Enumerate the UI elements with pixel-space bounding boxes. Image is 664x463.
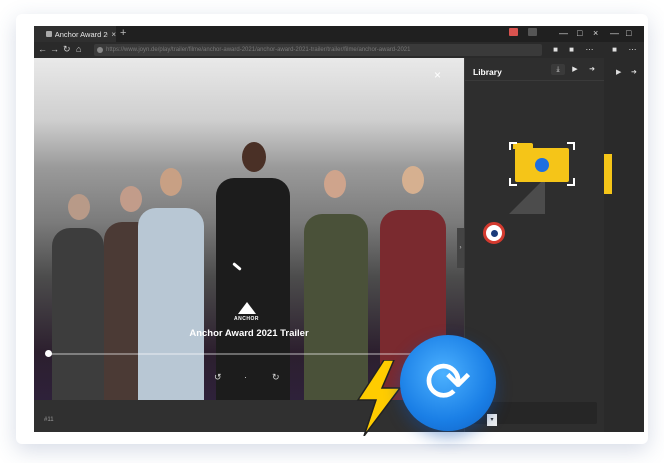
refresh-button[interactable]: ↻ bbox=[63, 44, 71, 55]
panel-divider bbox=[465, 80, 605, 81]
url-text: https://www.joyn.de/play/trailer/filme/a… bbox=[106, 47, 411, 53]
dropdown-caret-icon[interactable]: ▾ bbox=[487, 414, 497, 426]
playback-dot: · bbox=[244, 372, 247, 382]
app-menu-icon[interactable] bbox=[528, 28, 537, 38]
convert-badge: ⟳ bbox=[400, 335, 496, 431]
person-figure bbox=[216, 178, 290, 400]
url-bar[interactable]: https://www.joyn.de/play/trailer/filme/a… bbox=[94, 44, 542, 56]
export-arrow-icon-2[interactable]: ➜ bbox=[631, 68, 637, 76]
library-title: Library bbox=[473, 67, 502, 77]
close-window-button[interactable]: × bbox=[593, 28, 598, 38]
lock-icon-2[interactable]: ■ bbox=[566, 45, 577, 55]
youtube-icon[interactable]: ▶ bbox=[568, 64, 582, 75]
tab-favicon bbox=[46, 31, 52, 37]
focus-bracket bbox=[509, 178, 517, 186]
right-strip: ▶ ➜ bbox=[604, 58, 644, 432]
focus-bracket bbox=[567, 178, 575, 186]
new-tab-button[interactable]: + bbox=[120, 27, 126, 39]
video-title: Anchor Award 2021 Trailer bbox=[189, 328, 309, 339]
focus-bracket bbox=[509, 142, 517, 150]
site-info-icon[interactable] bbox=[97, 47, 103, 53]
person-head bbox=[68, 194, 90, 220]
close-video-icon[interactable]: × bbox=[434, 68, 441, 82]
person-figure bbox=[52, 228, 104, 400]
person-head bbox=[324, 170, 346, 198]
progress-bar[interactable] bbox=[45, 350, 444, 357]
anchor-logo-icon bbox=[238, 302, 256, 314]
back-button[interactable]: ← bbox=[38, 44, 47, 54]
fast-forward-icon[interactable]: ↻ bbox=[272, 372, 280, 383]
title-bar: Anchor Award 2021 Tr × + — □ × — □ bbox=[34, 26, 644, 42]
person-figure bbox=[138, 208, 204, 400]
extension-icon[interactable] bbox=[509, 28, 518, 38]
refresh-arrows-icon: ⟳ bbox=[424, 350, 472, 415]
person-head bbox=[120, 186, 142, 212]
tab-close-icon[interactable]: × bbox=[111, 30, 116, 39]
minimize-button-2[interactable]: — bbox=[610, 28, 619, 38]
more-options-icon-2[interactable]: ⋯ bbox=[627, 45, 638, 55]
more-options-icon[interactable]: ⋯ bbox=[584, 45, 595, 55]
anchor-logo-text: ANCHOR bbox=[234, 316, 259, 322]
extension-lock-icon[interactable]: ■ bbox=[609, 45, 620, 55]
folder-icon bbox=[513, 143, 569, 182]
download-icon[interactable]: ⤓ bbox=[551, 64, 565, 75]
lock-icon[interactable]: ■ bbox=[550, 45, 561, 55]
home-button[interactable]: ⌂ bbox=[76, 44, 81, 54]
tab-anchor-award[interactable]: Anchor Award 2021 Tr × bbox=[34, 26, 116, 42]
tab-title: Anchor Award 2021 Tr bbox=[54, 29, 109, 39]
forward-button[interactable]: → bbox=[50, 44, 59, 54]
export-arrow-icon[interactable]: ➜ bbox=[585, 64, 599, 75]
maximize-button[interactable]: □ bbox=[577, 28, 582, 38]
maximize-button-2[interactable]: □ bbox=[626, 28, 631, 38]
lightning-bolt-icon bbox=[356, 360, 402, 436]
focus-bracket bbox=[567, 142, 575, 150]
rewind-icon[interactable]: ↺ bbox=[214, 372, 222, 383]
person-head bbox=[402, 166, 424, 194]
person-head bbox=[160, 168, 182, 196]
browser-window: Anchor Award 2021 Tr × + — □ × — □ ← → ↻… bbox=[34, 26, 644, 432]
youtube-icon-2[interactable]: ▶ bbox=[616, 68, 621, 76]
detect-eye-icon bbox=[483, 222, 505, 244]
panel-toggle-handle[interactable]: › bbox=[457, 228, 464, 268]
browser-toolbar: ← → ↻ ⌂ https://www.joyn.de/play/trailer… bbox=[34, 42, 644, 58]
progress-knob[interactable] bbox=[45, 350, 52, 357]
video-player[interactable]: × ANCHOR Anchor Award 2021 Trailer ↺ · ↻… bbox=[34, 58, 464, 400]
eye-pupil bbox=[491, 230, 498, 237]
bottom-label: #11 bbox=[44, 417, 54, 423]
minimize-button[interactable]: — bbox=[559, 28, 568, 38]
person-head bbox=[242, 142, 266, 172]
video-file-icon bbox=[535, 158, 549, 172]
folder-edge-icon bbox=[604, 154, 612, 194]
